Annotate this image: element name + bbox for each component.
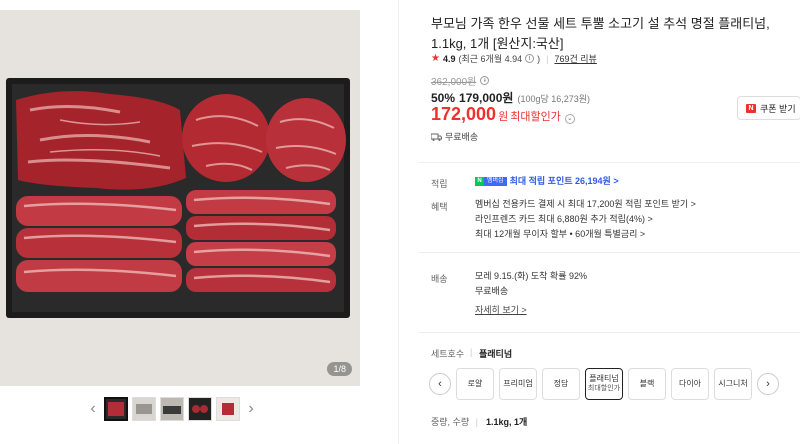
truck-icon xyxy=(431,133,442,141)
perk-2[interactable]: 라인프렌즈 카드 최대 6,880원 추가 적립(4%) > xyxy=(475,212,653,227)
original-price-row: 362,000원 i xyxy=(431,73,490,88)
thumbnail-2[interactable] xyxy=(132,397,156,421)
option-signature[interactable]: 시그니처 xyxy=(714,368,752,400)
option-diamond[interactable]: 다이아 xyxy=(671,368,709,400)
info-icon[interactable]: i xyxy=(525,54,535,63)
coupon-label: 쿠폰 받기 xyxy=(760,103,796,114)
best-price-unit: 원 xyxy=(498,111,509,123)
option-platinum[interactable]: 플래티넘 최대할인가 xyxy=(585,368,623,400)
best-price: 172,000 xyxy=(431,104,497,124)
quantity-separator: | xyxy=(475,417,478,427)
thumbnail-5[interactable] xyxy=(216,397,240,421)
set-option-list: ‹ 로얄 프리미엄 정담 플래티넘 최대할인가 블랙 다이아 시그니처 › xyxy=(429,368,779,400)
rating-recent-close: ) xyxy=(537,53,541,64)
free-delivery-row: 무료배송 xyxy=(431,130,478,143)
set-option-selected: 플래티넘 xyxy=(479,349,513,359)
beef-gift-set-illustration xyxy=(0,10,360,386)
free-delivery-text: 무료배송 xyxy=(445,132,479,142)
product-gallery: 1/8 ‹ › xyxy=(0,0,400,444)
main-product-image[interactable]: 1/8 xyxy=(0,10,360,386)
set-option-separator: | xyxy=(470,347,473,357)
shipping-details-link[interactable]: 자세히 보기 > xyxy=(475,303,527,318)
naver-n-icon: N xyxy=(475,177,484,187)
perk-1[interactable]: 멤버십 전용카드 결제 시 최대 17,200원 적립 포인트 받기 > xyxy=(475,197,696,212)
set-option-label: 세트호수 xyxy=(431,349,465,359)
points-label: 적립 xyxy=(431,179,448,189)
shipping-fee: 무료배송 xyxy=(475,286,509,296)
rating-score: 4.9 xyxy=(442,53,456,64)
thumbnail-prev-button[interactable]: ‹ xyxy=(86,397,100,421)
chevron-down-icon[interactable]: ⌄ xyxy=(564,114,575,124)
divider xyxy=(419,252,800,253)
coupon-icon: N xyxy=(746,103,756,113)
divider xyxy=(419,162,800,163)
perk-3[interactable]: 최대 12개월 무이자 할부 • 60개월 특별금리 > xyxy=(475,227,645,242)
image-counter: 1/8 xyxy=(327,362,352,376)
coupon-button[interactable]: N 쿠폰 받기 xyxy=(737,96,800,120)
best-price-label: 최대할인가 xyxy=(510,111,561,123)
thumbnail-1[interactable] xyxy=(104,397,128,421)
divider xyxy=(419,332,800,333)
price-info-icon[interactable]: i xyxy=(480,76,490,85)
quantity-label: 중량, 수량 | xyxy=(431,417,478,427)
option-black[interactable]: 블랙 xyxy=(628,368,666,400)
thumbnail-4[interactable] xyxy=(188,397,212,421)
thumbnail-strip: ‹ › xyxy=(86,396,258,422)
option-next-button[interactable]: › xyxy=(757,373,779,395)
thumbnail-3[interactable] xyxy=(160,397,184,421)
rating-separator: | xyxy=(546,53,549,64)
rating-recent: (최근 6개월 4.94 xyxy=(458,54,523,64)
rating-row: ★ 4.9 (최근 6개월 4.94 i) | 769건 리뷰 xyxy=(431,52,597,65)
thumbnail-next-button[interactable]: › xyxy=(244,397,258,421)
option-prev-button[interactable]: ‹ xyxy=(429,373,451,395)
review-count-link[interactable]: 769건 리뷰 xyxy=(554,52,596,65)
option-premium[interactable]: 프리미엄 xyxy=(499,368,537,400)
perks-label: 혜택 xyxy=(431,202,448,212)
option-platinum-sub: 최대할인가 xyxy=(587,385,621,392)
shipping-label: 배송 xyxy=(431,274,448,284)
naverpay-membership-badge: N 멤버십 xyxy=(475,177,507,187)
option-royal[interactable]: 로얄 xyxy=(456,368,494,400)
quantity-value: 1.1kg, 1개 xyxy=(486,417,528,427)
original-price: 362,000원 xyxy=(431,77,477,88)
option-jeongdam[interactable]: 정담 xyxy=(542,368,580,400)
points-text: 최대 적립 포인트 26,194원 > xyxy=(509,176,619,186)
star-icon: ★ xyxy=(431,53,440,64)
discount-rate: 50% xyxy=(431,91,456,105)
best-price-row[interactable]: 172,000 원 최대할인가 ⌄ xyxy=(431,104,575,125)
product-detail-panel: 부모님 가족 한우 선물 세트 투뿔 소고기 설 추석 명절 플래티넘, 1.1… xyxy=(398,0,800,444)
points-row[interactable]: N 멤버십 최대 적립 포인트 26,194원 > xyxy=(475,174,619,189)
product-title: 부모님 가족 한우 선물 세트 투뿔 소고기 설 추석 명절 플래티넘, 1.1… xyxy=(431,16,770,51)
shipping-eta: 모레 9.15.(화) 도착 확률 92% xyxy=(475,271,587,281)
